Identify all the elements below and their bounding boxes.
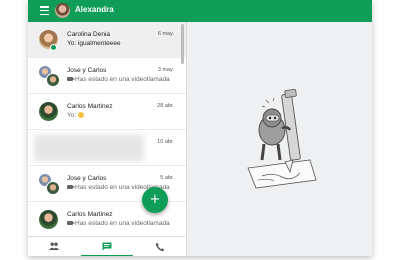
conversation-name: Carolina Denia: [67, 31, 110, 38]
conversation-preview: Has estado en una videollamada: [67, 76, 179, 83]
phone-icon: [155, 242, 165, 252]
conversation-date: 3 may.: [157, 67, 174, 73]
preview-text: Yo:: [67, 112, 78, 119]
conversation-name: Carlos Martinez: [67, 211, 113, 218]
user-avatar[interactable]: [55, 3, 70, 18]
conversation-date: 5 abr.: [160, 175, 174, 181]
smiley-emoji-icon: [77, 112, 84, 119]
conversation-name: Jose y Carlos: [67, 175, 107, 182]
conversation-date: 10 abr.: [157, 139, 174, 145]
blurred-content: [34, 134, 144, 162]
preview-text: Has estado en una videollamada: [75, 76, 170, 83]
conversation-preview: Has estado en una videollamada: [67, 220, 179, 227]
group-avatar: [39, 174, 60, 195]
video-camera-icon: [67, 221, 75, 226]
empty-state-illustration: [247, 88, 317, 189]
avatar: [39, 210, 58, 229]
user-name: Alexandra: [75, 5, 114, 14]
conversation-preview: Yo:: [67, 112, 179, 119]
conversation-date: 6 may.: [157, 31, 174, 37]
message-icon: [102, 242, 112, 251]
nav-calls[interactable]: [134, 237, 186, 256]
hangouts-window: Alexandra Carolina Denia 6 may. Yo: igua…: [28, 0, 372, 256]
video-camera-icon: [67, 185, 75, 190]
hamburger-menu-icon[interactable]: [40, 6, 49, 16]
group-avatar: [39, 66, 60, 87]
people-icon: [49, 242, 59, 250]
conversation-date: 28 abr.: [157, 103, 174, 109]
conversation-item[interactable]: Carolina Denia 6 may. Yo: igualmenteeee: [28, 22, 186, 58]
conversation-item[interactable]: 10 abr.: [28, 130, 186, 166]
nav-messages[interactable]: [81, 237, 133, 256]
conversation-name: Carlos Martinez: [67, 103, 113, 110]
app-bar: Alexandra: [28, 0, 372, 22]
video-camera-icon: [67, 77, 75, 82]
bottom-navigation: [28, 236, 187, 256]
active-tab-indicator: [81, 255, 133, 256]
online-status-dot: [50, 44, 57, 51]
conversation-item[interactable]: Jose y Carlos 3 may. Has estado en una v…: [28, 58, 186, 94]
avatar: [39, 102, 58, 121]
new-conversation-button[interactable]: +: [142, 187, 168, 213]
conversation-item[interactable]: Carlos Martinez 28 abr. Yo:: [28, 94, 186, 130]
conversation-name: Jose y Carlos: [67, 67, 107, 74]
preview-text: Has estado en una videollamada: [75, 220, 170, 227]
nav-contacts[interactable]: [28, 237, 80, 256]
conversation-preview: Yo: igualmenteeee: [67, 40, 121, 47]
scrollbar[interactable]: [181, 24, 184, 64]
